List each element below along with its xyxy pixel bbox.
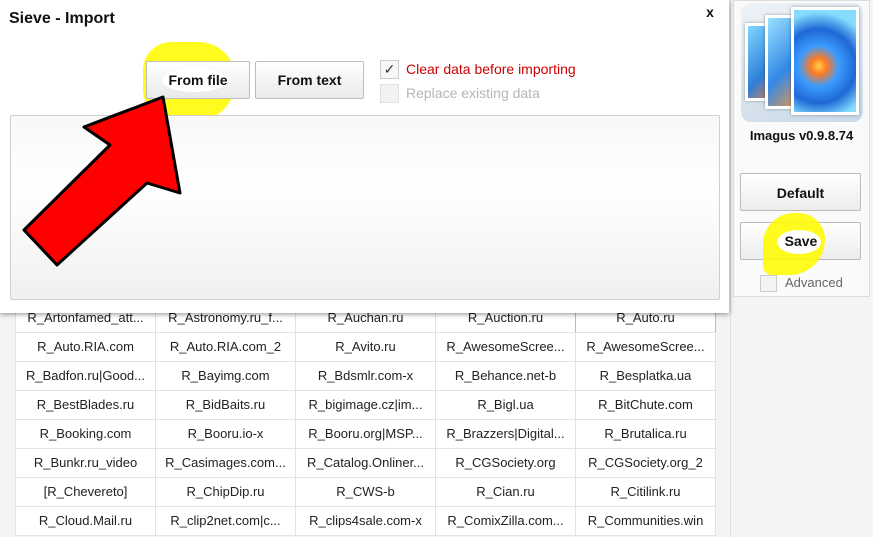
sieve-item[interactable]: R_BidBaits.ru — [155, 390, 296, 420]
sieve-item[interactable]: R_Auto.RIA.com — [15, 332, 156, 362]
check-icon: ✓ — [383, 61, 396, 77]
from-text-button[interactable]: From text — [255, 61, 364, 99]
sieve-item[interactable]: R_Bigl.ua — [435, 390, 576, 420]
sieve-item[interactable]: R_Bdsmlr.com-x — [295, 361, 436, 391]
sieve-item[interactable]: R_Catalog.Onliner... — [295, 448, 436, 478]
sieve-item[interactable]: R_Communities.win — [575, 506, 716, 536]
sieve-item[interactable]: R_Badfon.ru|Good... — [15, 361, 156, 391]
imagus-logo — [741, 3, 863, 122]
replace-existing-label: Replace existing data — [406, 85, 540, 101]
version-label: Imagus v0.9.8.74 — [749, 128, 854, 143]
sieve-item[interactable]: R_AwesomeScree... — [575, 332, 716, 362]
sieve-item[interactable]: R_CWS-b — [295, 477, 436, 507]
logo-frame-front — [791, 7, 859, 115]
advanced-label: Advanced — [785, 275, 843, 290]
sieve-item[interactable]: R_Auto.RIA.com_2 — [155, 332, 296, 362]
sieve-item[interactable]: R_Booking.com — [15, 419, 156, 449]
sieve-item[interactable]: R_clips4sale.com-x — [295, 506, 436, 536]
advanced-checkbox[interactable] — [760, 275, 777, 292]
sieve-item[interactable]: R_clip2net.com|c... — [155, 506, 296, 536]
import-text-area[interactable] — [10, 115, 720, 300]
sieve-item[interactable]: R_CGSociety.org — [435, 448, 576, 478]
default-button[interactable]: Default — [740, 173, 861, 211]
sieve-item[interactable]: R_AwesomeScree... — [435, 332, 576, 362]
sieve-item[interactable]: R_Brazzers|Digital... — [435, 419, 576, 449]
sieve-item[interactable]: R_Besplatka.ua — [575, 361, 716, 391]
sieve-item[interactable]: R_Brutalica.ru — [575, 419, 716, 449]
sieve-item[interactable]: R_Bunkr.ru_video — [15, 448, 156, 478]
sieve-item[interactable]: R_CGSociety.org_2 — [575, 448, 716, 478]
sieve-item[interactable]: R_Avito.ru — [295, 332, 436, 362]
sieve-item[interactable]: [R_Chevereto] — [15, 477, 156, 507]
clear-data-label: Clear data before importing — [406, 61, 576, 77]
save-button-label: Save — [784, 233, 818, 249]
sieve-item[interactable]: R_Bayimg.com — [155, 361, 296, 391]
sieve-item[interactable]: R_BitChute.com — [575, 390, 716, 420]
sieve-item[interactable]: R_Citilink.ru — [575, 477, 716, 507]
sieve-item[interactable]: R_Behance.net-b — [435, 361, 576, 391]
sieve-item[interactable]: R_ChipDip.ru — [155, 477, 296, 507]
sieve-item[interactable]: R_BestBlades.ru — [15, 390, 156, 420]
replace-existing-checkbox[interactable] — [380, 84, 399, 103]
sieve-item[interactable]: R_Booru.io-x — [155, 419, 296, 449]
close-icon[interactable]: x — [702, 4, 718, 20]
sieve-grid: R_Artonfamed_att... R_Astronomy.ru_f... R_… — [15, 303, 716, 536]
sieve-item[interactable]: R_Cloud.Mail.ru — [15, 506, 156, 536]
sieve-item[interactable]: R_ComixZilla.com... — [435, 506, 576, 536]
dialog-title: Sieve - Import — [9, 10, 115, 27]
sieve-item[interactable]: R_Cian.ru — [435, 477, 576, 507]
clear-data-checkbox[interactable]: ✓ — [380, 60, 399, 79]
import-dialog: Sieve - Import x From file From text ✓ C… — [0, 0, 729, 313]
sieve-item[interactable]: R_Booru.org|MSP... — [295, 419, 436, 449]
sieve-item[interactable]: R_Casimages.com... — [155, 448, 296, 478]
from-file-label: From file — [168, 72, 228, 88]
sieve-item[interactable]: R_bigimage.cz|im... — [295, 390, 436, 420]
